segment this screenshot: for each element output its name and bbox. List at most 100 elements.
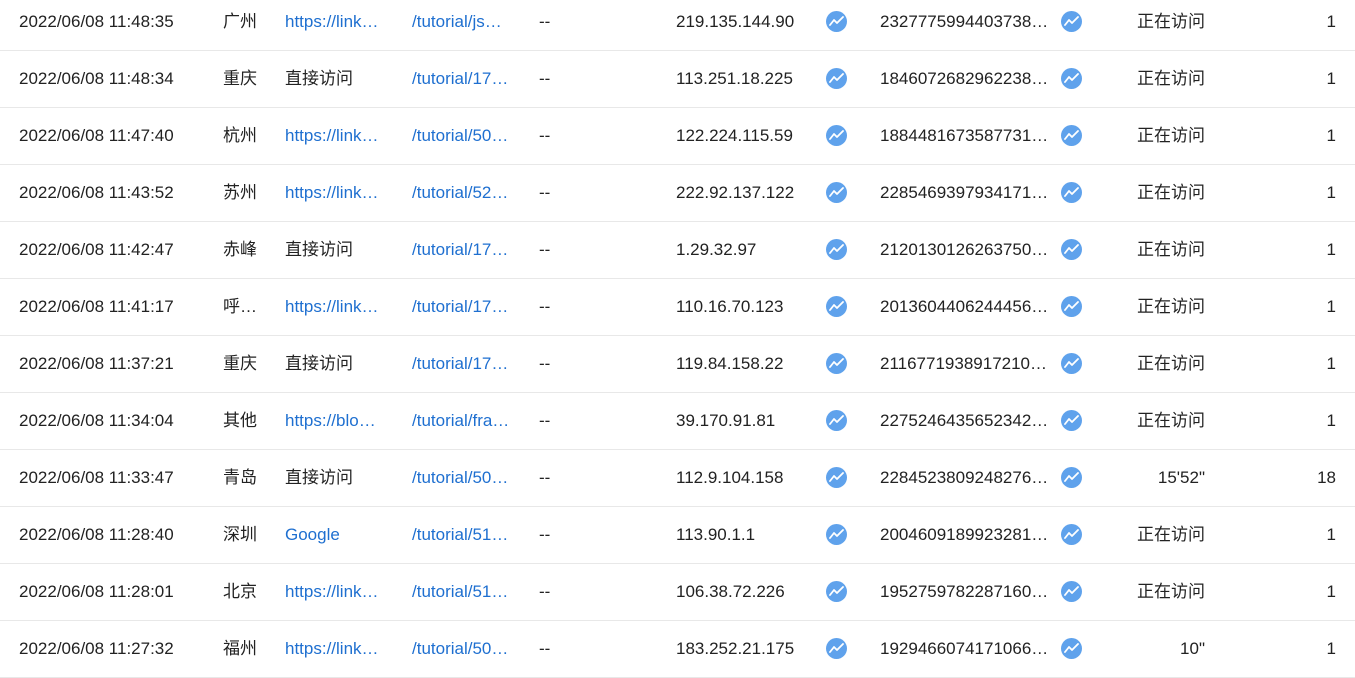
visitor-trend-button[interactable] xyxy=(1061,507,1083,563)
ip-address: 112.9.104.158 xyxy=(676,468,784,487)
trend-chart-icon[interactable] xyxy=(826,182,847,203)
search-keyword: -- xyxy=(539,411,551,430)
ip-trend-button[interactable] xyxy=(826,0,848,50)
trend-chart-icon[interactable] xyxy=(1061,296,1082,317)
visit-time: 2022/06/08 11:48:34 xyxy=(19,69,174,88)
trend-chart-icon[interactable] xyxy=(1061,68,1082,89)
visitor-trend-button[interactable] xyxy=(1061,165,1083,221)
trend-chart-icon[interactable] xyxy=(826,524,847,545)
page-views: 1 xyxy=(1326,12,1336,31)
ip-trend-button[interactable] xyxy=(826,393,848,449)
ip-address: 219.135.144.90 xyxy=(676,12,795,31)
entry-page-link[interactable]: /tutorial/50… xyxy=(412,450,515,506)
visit-source-link[interactable]: https://link… xyxy=(285,279,385,335)
visitor-trend-button[interactable] xyxy=(1061,51,1083,107)
entry-page-link[interactable]: /tutorial/52… xyxy=(412,165,515,221)
ip-trend-button[interactable] xyxy=(826,222,848,278)
trend-chart-icon[interactable] xyxy=(826,68,847,89)
visitor-id: 2284523809248276… xyxy=(880,468,1049,487)
table-row: 2022/06/08 11:28:40 深圳 Google /tutorial/… xyxy=(0,507,1355,564)
entry-page-link[interactable]: /tutorial/50… xyxy=(412,108,515,164)
visitor-trend-button[interactable] xyxy=(1061,450,1083,506)
trend-chart-icon[interactable] xyxy=(826,467,847,488)
table-row: 2022/06/08 11:48:35 广州 https://link… /tu… xyxy=(0,0,1355,51)
ip-trend-button[interactable] xyxy=(826,336,848,392)
visitor-id: 1846072682962238… xyxy=(880,69,1049,88)
visit-time: 2022/06/08 11:47:40 xyxy=(19,126,174,145)
trend-chart-icon[interactable] xyxy=(1061,410,1082,431)
ip-address: 113.90.1.1 xyxy=(676,525,756,544)
entry-page-link[interactable]: /tutorial/17… xyxy=(412,279,515,335)
visitor-id: 2285469397934171… xyxy=(880,183,1049,202)
visit-region: 重庆 xyxy=(223,354,257,373)
trend-chart-icon[interactable] xyxy=(826,353,847,374)
visit-source-link[interactable]: Google xyxy=(285,507,385,563)
ip-address: 110.16.70.123 xyxy=(676,297,784,316)
visitor-trend-button[interactable] xyxy=(1061,279,1083,335)
visit-duration: 正在访问 xyxy=(1137,69,1205,88)
visitor-trend-button[interactable] xyxy=(1061,393,1083,449)
visitor-trend-button[interactable] xyxy=(1061,336,1083,392)
page-views: 1 xyxy=(1326,183,1336,202)
entry-page-link[interactable]: /tutorial/17… xyxy=(412,222,515,278)
entry-page-link[interactable]: /tutorial/17… xyxy=(412,51,515,107)
search-keyword: -- xyxy=(539,126,551,145)
trend-chart-icon[interactable] xyxy=(826,239,847,260)
ip-trend-button[interactable] xyxy=(826,564,848,620)
search-keyword: -- xyxy=(539,582,551,601)
visit-duration: 正在访问 xyxy=(1137,582,1205,601)
page-views: 1 xyxy=(1326,297,1336,316)
visitor-trend-button[interactable] xyxy=(1061,0,1083,50)
trend-chart-icon[interactable] xyxy=(1061,638,1082,659)
ip-trend-button[interactable] xyxy=(826,279,848,335)
entry-page-link[interactable]: /tutorial/51… xyxy=(412,564,515,620)
trend-chart-icon[interactable] xyxy=(826,410,847,431)
trend-chart-icon[interactable] xyxy=(1061,467,1082,488)
trend-chart-icon[interactable] xyxy=(1061,353,1082,374)
visit-time: 2022/06/08 11:28:01 xyxy=(19,582,174,601)
entry-page-link[interactable]: /tutorial/51… xyxy=(412,507,515,563)
visit-region: 深圳 xyxy=(223,525,257,544)
entry-page-link[interactable]: /tutorial/fra… xyxy=(412,393,515,449)
visitor-trend-button[interactable] xyxy=(1061,108,1083,164)
search-keyword: -- xyxy=(539,354,551,373)
visit-source: 直接访问 xyxy=(285,468,353,487)
visitor-id: 2275246435652342… xyxy=(880,411,1049,430)
search-keyword: -- xyxy=(539,183,551,202)
visitor-id: 2327775994403738… xyxy=(880,12,1049,31)
trend-chart-icon[interactable] xyxy=(826,638,847,659)
visitor-trend-button[interactable] xyxy=(1061,564,1083,620)
visitor-trend-button[interactable] xyxy=(1061,222,1083,278)
table-row: 2022/06/08 11:37:21 重庆 直接访问 /tutorial/17… xyxy=(0,336,1355,393)
ip-trend-button[interactable] xyxy=(826,165,848,221)
table-row: 2022/06/08 11:33:47 青岛 直接访问 /tutorial/50… xyxy=(0,450,1355,507)
visit-source-link[interactable]: https://link… xyxy=(285,564,385,620)
entry-page-link[interactable]: /tutorial/js… xyxy=(412,0,515,50)
ip-trend-button[interactable] xyxy=(826,507,848,563)
visit-source: 直接访问 xyxy=(285,354,353,373)
trend-chart-icon[interactable] xyxy=(826,581,847,602)
page-views: 1 xyxy=(1326,126,1336,145)
ip-trend-button[interactable] xyxy=(826,450,848,506)
ip-trend-button[interactable] xyxy=(826,51,848,107)
trend-chart-icon[interactable] xyxy=(1061,11,1082,32)
visitor-id: 2004609189923281… xyxy=(880,525,1049,544)
ip-trend-button[interactable] xyxy=(826,108,848,164)
visit-source-link[interactable]: https://link… xyxy=(285,0,385,50)
visit-source-link[interactable]: https://link… xyxy=(285,108,385,164)
trend-chart-icon[interactable] xyxy=(1061,125,1082,146)
entry-page-link[interactable]: /tutorial/17… xyxy=(412,336,515,392)
visit-time: 2022/06/08 11:41:17 xyxy=(19,297,174,316)
trend-chart-icon[interactable] xyxy=(1061,524,1082,545)
trend-chart-icon[interactable] xyxy=(826,125,847,146)
table-row: 2022/06/08 11:28:01 北京 https://link… /tu… xyxy=(0,564,1355,621)
visit-region: 杭州 xyxy=(223,126,257,145)
trend-chart-icon[interactable] xyxy=(1061,239,1082,260)
trend-chart-icon[interactable] xyxy=(826,11,847,32)
visit-source-link[interactable]: https://link… xyxy=(285,165,385,221)
trend-chart-icon[interactable] xyxy=(1061,581,1082,602)
trend-chart-icon[interactable] xyxy=(826,296,847,317)
visit-source-link[interactable]: https://blo… xyxy=(285,393,385,449)
page-views: 18 xyxy=(1317,468,1336,487)
trend-chart-icon[interactable] xyxy=(1061,182,1082,203)
